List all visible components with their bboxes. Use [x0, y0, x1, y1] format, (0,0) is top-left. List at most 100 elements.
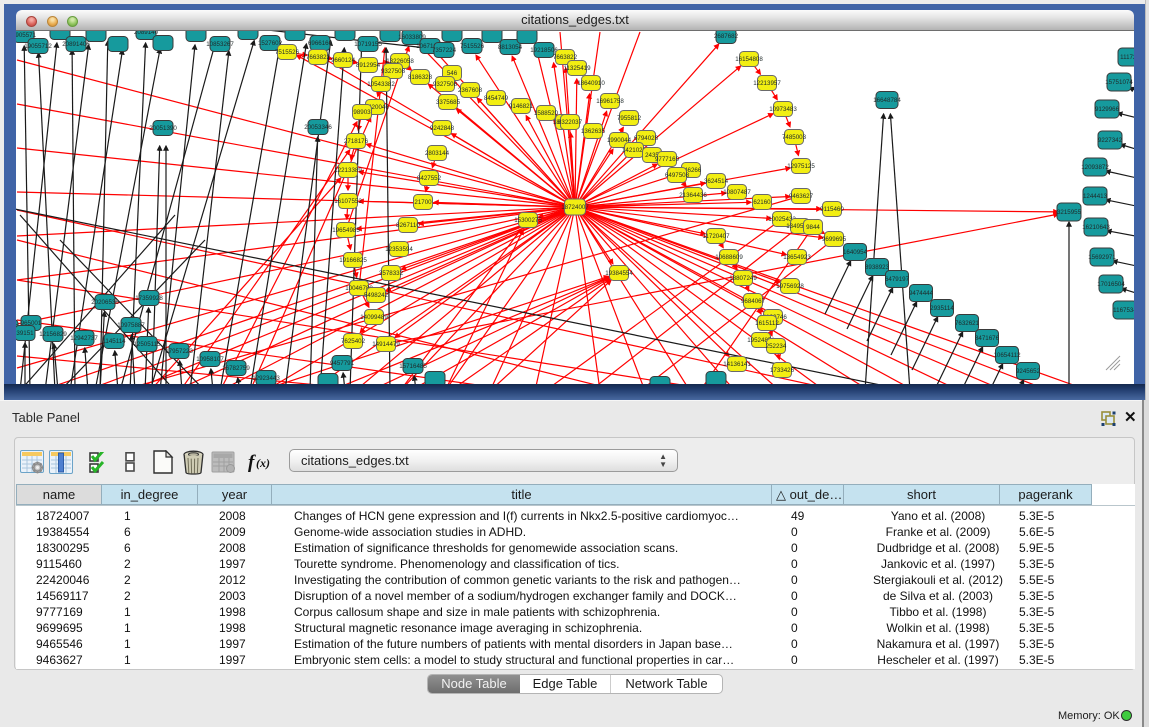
svg-text:18724007: 18724007: [561, 204, 589, 211]
svg-text:19384554: 19384554: [605, 270, 633, 277]
svg-text:5498242: 5498242: [364, 292, 389, 299]
svg-text:13654923: 13654923: [783, 254, 811, 261]
svg-text:3624514: 3624514: [704, 178, 729, 185]
svg-text:16648784: 16648784: [873, 97, 901, 104]
svg-text:9463627: 9463627: [789, 193, 814, 200]
svg-text:10958107: 10958107: [196, 356, 224, 363]
svg-text:21364436: 21364436: [679, 192, 707, 199]
svg-text:(x): (x): [256, 456, 270, 470]
svg-text:39151: 39151: [16, 330, 34, 337]
svg-text:9777169: 9777169: [655, 156, 680, 163]
svg-text:19756928: 19756928: [776, 283, 804, 290]
svg-text:1145114: 1145114: [102, 338, 126, 345]
svg-text:19055712: 19055712: [24, 43, 52, 50]
svg-text:20891406: 20891406: [62, 41, 90, 48]
svg-text:10975887: 10975887: [117, 322, 145, 329]
svg-text:12353594: 12353594: [385, 246, 413, 253]
svg-text:252234: 252234: [766, 343, 787, 350]
svg-text:9327508: 9327508: [381, 68, 406, 75]
svg-text:19218506: 19218506: [530, 47, 558, 54]
svg-text:9457791: 9457791: [330, 360, 355, 367]
svg-text:9844: 9844: [806, 224, 820, 231]
svg-text:2687682: 2687682: [714, 33, 739, 40]
svg-text:19166825: 19166825: [339, 257, 367, 264]
svg-text:11325419: 11325419: [563, 65, 591, 72]
svg-text:7515526: 7515526: [460, 43, 485, 50]
svg-text:f: f: [248, 452, 256, 473]
svg-text:2367608: 2367608: [458, 87, 483, 94]
svg-text:3215955: 3215955: [1057, 209, 1082, 216]
svg-text:12942737: 12942737: [70, 335, 98, 342]
svg-text:10688609: 10688609: [715, 254, 743, 261]
svg-text:7632621: 7632621: [955, 320, 980, 327]
svg-text:2803144: 2803144: [425, 150, 450, 157]
svg-text:98903: 98903: [353, 109, 371, 116]
svg-text:9245652: 9245652: [1016, 368, 1041, 375]
svg-text:16961758: 16961758: [596, 98, 624, 105]
svg-text:9684067: 9684067: [741, 298, 766, 305]
svg-text:14914479: 14914479: [372, 341, 400, 348]
svg-text:16154808: 16154808: [735, 56, 763, 63]
svg-text:1167534: 1167534: [1113, 307, 1134, 314]
svg-text:19654985: 19654985: [332, 227, 360, 234]
svg-text:6479197: 6479197: [885, 276, 910, 283]
svg-text:20053346: 20053346: [304, 124, 332, 131]
svg-text:15751074: 15751074: [1105, 79, 1133, 86]
svg-text:6966160: 6966160: [308, 40, 333, 47]
svg-text:8471676: 8471676: [975, 335, 1000, 342]
svg-text:10719155: 10719155: [354, 41, 382, 48]
svg-text:21700: 21700: [414, 199, 432, 206]
svg-text:111724: 111724: [1120, 54, 1134, 61]
svg-text:20051390: 20051390: [149, 125, 177, 132]
svg-text:14099489: 14099489: [360, 314, 388, 321]
svg-text:8938923: 8938923: [865, 264, 890, 271]
svg-text:14136141: 14136141: [723, 361, 751, 368]
svg-text:12213957: 12213957: [753, 80, 781, 87]
svg-text:15300275: 15300275: [514, 217, 542, 224]
svg-text:17359928: 17359928: [135, 295, 163, 302]
svg-text:3578332: 3578332: [379, 270, 404, 277]
svg-text:1615112: 1615112: [755, 320, 779, 327]
svg-text:7357224: 7357224: [432, 47, 457, 54]
svg-text:12156829: 12156829: [39, 331, 67, 338]
svg-text:6794028: 6794028: [634, 135, 659, 142]
svg-text:10807487: 10807487: [723, 189, 751, 196]
svg-text:12923443: 12923443: [252, 375, 280, 382]
svg-text:7485003: 7485003: [782, 134, 807, 141]
svg-text:11720407: 11720407: [702, 233, 730, 240]
svg-text:8912954: 8912954: [356, 62, 381, 69]
svg-text:9227342: 9227342: [1098, 137, 1123, 144]
svg-text:16782759: 16782759: [222, 365, 250, 372]
svg-text:9699695: 9699695: [822, 236, 847, 243]
svg-text:9660124: 9660124: [331, 57, 356, 64]
svg-text:1733426: 1733426: [770, 367, 795, 374]
svg-text:10654112: 10654112: [993, 352, 1021, 359]
svg-text:17957223: 17957223: [165, 348, 193, 355]
svg-text:1588520: 1588520: [534, 110, 559, 117]
svg-text:18640910: 18640910: [577, 80, 605, 87]
svg-text:1244413: 1244413: [1083, 193, 1108, 200]
svg-text:9327508: 9327508: [433, 81, 458, 88]
svg-text:18807249: 18807249: [729, 275, 757, 282]
svg-text:9242848: 9242848: [430, 125, 455, 132]
svg-text:10853267: 10853267: [206, 41, 234, 48]
svg-text:7955812: 7955812: [617, 115, 642, 122]
svg-text:17016504: 17016504: [1097, 281, 1125, 288]
svg-text:8322037: 8322037: [558, 119, 583, 126]
svg-text:12213389: 12213389: [334, 167, 362, 174]
svg-text:6497508: 6497508: [665, 172, 690, 179]
svg-text:8186328: 8186328: [408, 74, 433, 81]
svg-text:20206536: 20206536: [91, 299, 119, 306]
svg-text:8454749: 8454749: [484, 95, 509, 102]
svg-text:62160: 62160: [753, 199, 771, 206]
svg-text:15716485: 15716485: [399, 363, 427, 370]
svg-text:8267110: 8267110: [396, 222, 420, 229]
svg-text:7515526: 7515526: [275, 49, 300, 56]
svg-text:8813054: 8813054: [498, 44, 523, 51]
svg-text:1362635: 1362635: [581, 128, 606, 135]
svg-text:3375685: 3375685: [436, 99, 461, 106]
svg-text:2089140: 2089140: [134, 31, 159, 36]
svg-text:12093872: 12093872: [1081, 164, 1109, 171]
svg-text:15692971: 15692971: [1088, 254, 1116, 261]
svg-text:10543382: 10543382: [367, 81, 395, 88]
